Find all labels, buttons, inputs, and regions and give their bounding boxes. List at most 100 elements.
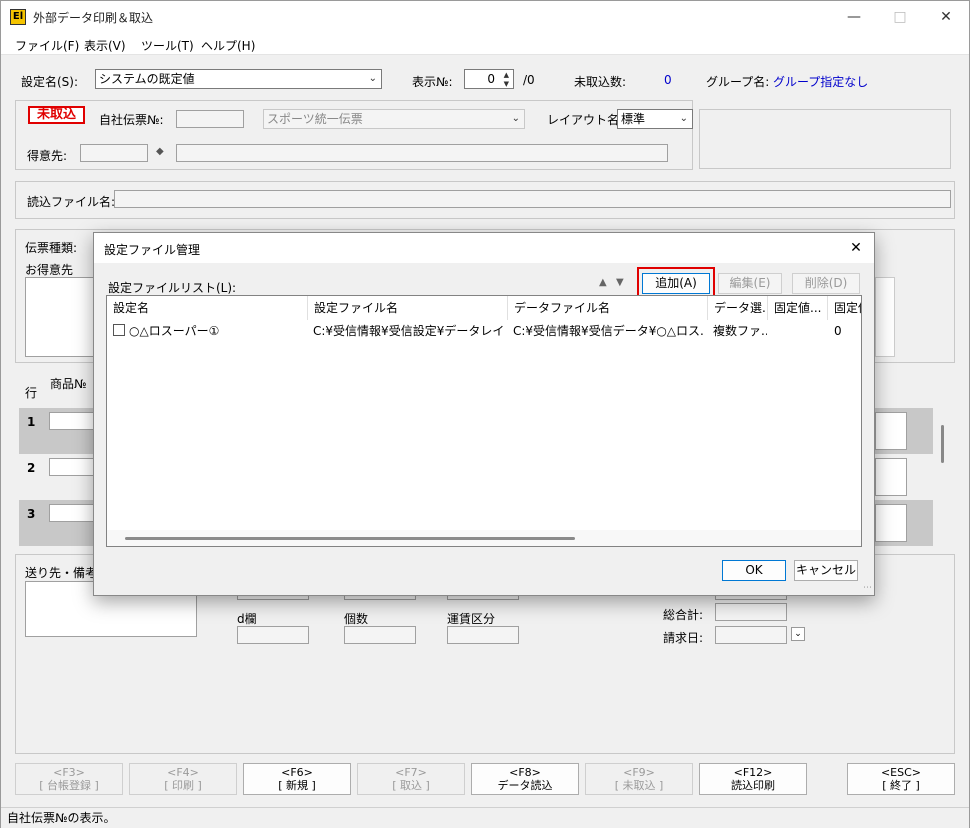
cancel-button[interactable]: キャンセル	[794, 560, 858, 581]
settings-file-dialog: 設定ファイル管理 ✕ 設定ファイルリスト(L): ▲ ▼ 追加(A) 編集(E)…	[93, 232, 875, 596]
not-imported-count: 0	[664, 73, 672, 87]
qty-field[interactable]	[344, 626, 416, 644]
maximize-icon[interactable]: □	[877, 1, 923, 33]
product-header: 商品№	[50, 377, 87, 391]
menu-view[interactable]: 表示(V)	[84, 37, 126, 54]
close-icon[interactable]: ✕	[923, 1, 969, 33]
spinner-arrows-icon[interactable]: ▲ ▼	[504, 71, 509, 89]
billing-date-label: 請求日:	[663, 631, 704, 645]
company-slip-field[interactable]	[176, 110, 244, 128]
group-value: グループ指定なし	[773, 75, 869, 89]
row-data-select[interactable]: 複数ファ...	[713, 322, 767, 340]
setting-name-label: 設定名(S):	[21, 75, 79, 89]
slip-type-select[interactable]: スポーツ統一伝票 ⌄	[263, 109, 525, 129]
row-header: 行	[25, 386, 38, 400]
billing-date-field[interactable]	[715, 626, 787, 644]
edit-button[interactable]: 編集(E)	[718, 273, 782, 294]
layout-value: 標準	[621, 112, 646, 126]
settings-list-label: 設定ファイルリスト(L):	[108, 281, 237, 295]
read-file-field[interactable]	[114, 190, 951, 208]
customer-code-field[interactable]	[80, 144, 148, 162]
info-panel	[699, 109, 951, 169]
row-fixed-value-1[interactable]	[773, 322, 827, 340]
row-fixed-value-2[interactable]: 0	[834, 322, 861, 340]
customer-section-label: お得意先	[25, 263, 74, 277]
row-setting-file[interactable]: C:¥受信情報¥受信設定¥データレイア...	[313, 322, 505, 340]
upper-field-edge	[715, 596, 787, 600]
product-field[interactable]	[49, 504, 97, 522]
upper-field-edge	[237, 596, 309, 600]
column-header[interactable]: データ選...	[708, 296, 768, 320]
layout-select[interactable]: 標準 ⌄	[617, 109, 693, 129]
menu-tools[interactable]: ツール(T)	[141, 37, 194, 54]
f9-not-imported-button[interactable]: <F9>[ 未取込 ]	[585, 763, 693, 795]
row-number: 1	[27, 415, 36, 429]
product-field[interactable]	[49, 458, 97, 476]
remarks-label: 送り先・備考	[25, 566, 98, 580]
row-checkbox[interactable]	[113, 324, 125, 336]
right-side-box	[875, 277, 895, 357]
chevron-down-icon: ⌄	[368, 73, 377, 84]
window-title: 外部データ印刷＆取込	[33, 11, 154, 25]
customer-name-field[interactable]	[176, 144, 668, 162]
menu-bar: ファイル(F) 表示(V) ツール(T) ヘルプ(H)	[1, 33, 969, 55]
menu-help[interactable]: ヘルプ(H)	[201, 37, 255, 54]
column-header[interactable]: 固定値...	[768, 296, 828, 320]
minimize-icon[interactable]: —	[831, 1, 877, 33]
qty-label: 個数	[344, 612, 369, 626]
esc-exit-button[interactable]: <ESC>[ 終了 ]	[847, 763, 955, 795]
status-stamp: 未取込	[28, 106, 85, 124]
row-setting-name[interactable]: ○△ロスーパー①	[129, 322, 307, 340]
delete-button[interactable]: 削除(D)	[792, 273, 860, 294]
menu-file[interactable]: ファイル(F)	[15, 37, 79, 54]
settings-file-list[interactable]: 設定名 設定ファイル名 データファイル名 データ選... 固定値... 固定値 …	[106, 295, 862, 547]
grid-cell-right[interactable]	[875, 412, 907, 450]
row-data-file[interactable]: C:¥受信情報¥受信データ¥○△ロス...	[513, 322, 705, 340]
resize-grip-icon[interactable]: ⋯	[863, 583, 872, 593]
move-down-icon[interactable]: ▼	[616, 277, 624, 288]
chevron-down-icon[interactable]: ⌄	[791, 627, 805, 641]
total-field[interactable]	[715, 603, 787, 621]
freight-field[interactable]	[447, 626, 519, 644]
f8-data-read-button[interactable]: <F8> データ読込	[471, 763, 579, 795]
grid-cell-right[interactable]	[875, 504, 907, 542]
column-header[interactable]: 固定値	[828, 296, 861, 320]
column-header[interactable]: 設定ファイル名	[308, 296, 508, 320]
row-number: 3	[27, 507, 36, 521]
slip-type-label: 伝票種類:	[25, 241, 78, 255]
chevron-down-icon: ⌄	[679, 113, 688, 124]
customer-label: 得意先:	[27, 149, 68, 163]
f6-new-button[interactable]: <F6>[ 新規 ]	[243, 763, 351, 795]
f3-register-button[interactable]: <F3>[ 台帳登録 ]	[15, 763, 123, 795]
total-label: 総合計:	[663, 608, 704, 622]
read-file-label: 読込ファイル名:	[27, 195, 116, 209]
d-col-field[interactable]	[237, 626, 309, 644]
layout-label: レイアウト名:	[547, 113, 624, 127]
list-horizontal-scrollbar[interactable]	[107, 530, 861, 546]
scrollbar-thumb[interactable]	[125, 537, 575, 540]
slip-type-value: スポーツ統一伝票	[267, 112, 363, 126]
dialog-close-icon[interactable]: ✕	[844, 237, 868, 259]
f7-import-button[interactable]: <F7>[ 取込 ]	[357, 763, 465, 795]
grid-cell-right[interactable]	[875, 458, 907, 496]
f4-print-button[interactable]: <F4>[ 印刷 ]	[129, 763, 237, 795]
upper-field-edge	[447, 596, 519, 600]
display-no-label: 表示№:	[412, 75, 453, 89]
customer-address-box[interactable]	[25, 277, 97, 357]
not-imported-label: 未取込数:	[574, 75, 627, 89]
setting-name-value: システムの既定値	[99, 72, 195, 86]
diamond-icon[interactable]: ◆	[156, 146, 164, 157]
add-button[interactable]: 追加(A)	[642, 273, 710, 294]
setting-name-select[interactable]: システムの既定値 ⌄	[95, 69, 382, 89]
column-header[interactable]: データファイル名	[508, 296, 708, 320]
move-up-icon[interactable]: ▲	[599, 277, 607, 288]
product-field[interactable]	[49, 412, 97, 430]
company-slip-label: 自社伝票№:	[99, 113, 164, 127]
display-no-spinner[interactable]: 0 ▲ ▼	[464, 69, 514, 89]
f12-read-print-button[interactable]: <F12> 読込印刷	[699, 763, 807, 795]
grid-scrollbar[interactable]	[941, 425, 944, 463]
status-bar: 自社伝票№の表示。	[1, 807, 969, 828]
column-header[interactable]: 設定名	[107, 296, 308, 320]
row-number: 2	[27, 461, 36, 475]
ok-button[interactable]: OK	[722, 560, 786, 581]
